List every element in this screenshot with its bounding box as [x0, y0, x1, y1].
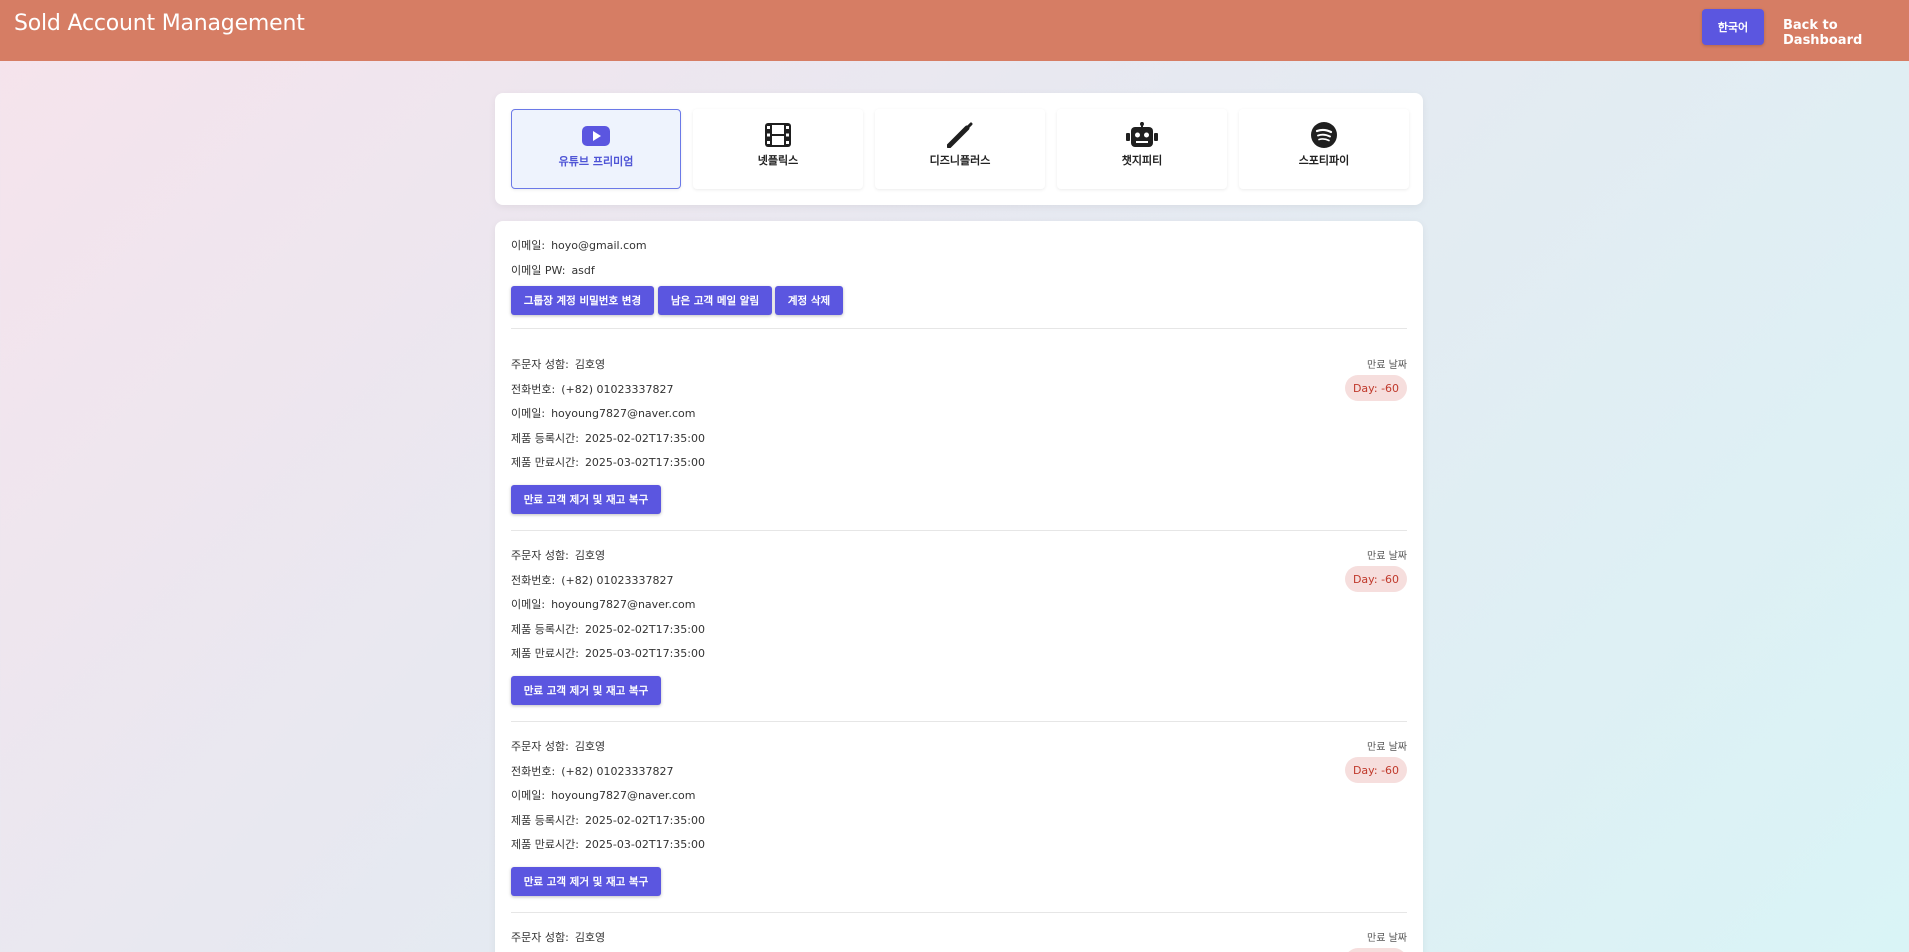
expiry-date-label: 만료 날짜 [1367, 360, 1407, 371]
tab-youtube-premium[interactable]: 유튜브 프리미엄 [511, 109, 681, 189]
field-value: 2025-03-02T17:35:00 [584, 838, 705, 851]
service-tabs: 유튜브 프리미엄 넷플릭스 디즈니플러스 챗지피티 스포티파이 [495, 93, 1423, 205]
customer-registered-time: 제품 등록시간: 2025-02-02T17:35:00 [511, 812, 705, 828]
language-button[interactable]: 한국어 [1702, 9, 1764, 45]
customer-phone: 전화번호: (+82) 01023337827 [511, 572, 673, 588]
customer-phone: 전화번호: (+82) 01023337827 [511, 381, 673, 397]
field-label: 제품 만료시간: [511, 838, 579, 851]
field-value: hoyo@gmail.com [551, 239, 647, 252]
field-value: (+82) 01023337827 [561, 383, 674, 396]
field-value: hoyoung7827@naver.com [551, 598, 696, 611]
field-label: 전화번호: [511, 383, 556, 396]
field-label: 제품 등록시간: [511, 814, 579, 827]
status-badge [1345, 948, 1407, 952]
change-group-password-button[interactable]: 그룹장 계정 비밀번호 변경 [511, 286, 654, 315]
field-label: 주문자 성함: [511, 740, 569, 753]
customer-expiry-time: 제품 만료시간: 2025-03-02T17:35:00 [511, 454, 705, 470]
robot-icon [1125, 122, 1159, 148]
remove-expired-customer-button[interactable]: 만료 고객 제거 및 재고 복구 [511, 676, 661, 705]
field-label: 제품 등록시간: [511, 432, 579, 445]
field-value: (+82) 01023337827 [561, 765, 674, 778]
field-label: 전화번호: [511, 574, 556, 587]
field-value: 2025-02-02T17:35:00 [584, 623, 705, 636]
tab-chatgpt[interactable]: 챗지피티 [1057, 109, 1227, 189]
field-label: 제품 만료시간: [511, 456, 579, 469]
tab-label: 스포티파이 [1298, 154, 1350, 167]
field-value: 김호영 [574, 549, 606, 562]
field-value: 김호영 [574, 931, 606, 944]
customer-expiry-time: 제품 만료시간: 2025-03-02T17:35:00 [511, 836, 705, 852]
field-label: 이메일: [511, 407, 546, 420]
customer-name: 주문자 성함: 김호영 [511, 929, 605, 945]
tab-label: 유튜브 프리미엄 [558, 155, 634, 168]
youtube-icon [582, 123, 610, 149]
customer-registered-time: 제품 등록시간: 2025-02-02T17:35:00 [511, 430, 705, 446]
customer-name: 주문자 성함: 김호영 [511, 738, 605, 754]
back-to-dashboard-link[interactable]: Back to Dashboard [1783, 18, 1909, 48]
account-password: 이메일 PW: asdf [511, 262, 595, 278]
field-value: hoyoung7827@naver.com [551, 789, 696, 802]
field-value: (+82) 01023337827 [561, 574, 674, 587]
field-label: 제품 만료시간: [511, 647, 579, 660]
customer-email: 이메일: hoyoung7827@naver.com [511, 787, 695, 803]
field-label: 이메일 PW: [511, 264, 566, 277]
field-label: 이메일: [511, 239, 546, 252]
field-value: hoyoung7827@naver.com [551, 407, 696, 420]
customer-email: 이메일: hoyoung7827@naver.com [511, 596, 695, 612]
delete-account-button[interactable]: 계정 삭제 [775, 286, 843, 315]
magic-wand-icon [947, 122, 973, 148]
customer-expiry-time: 제품 만료시간: 2025-03-02T17:35:00 [511, 645, 705, 661]
remove-expired-customer-button[interactable]: 만료 고객 제거 및 재고 복구 [511, 485, 661, 514]
field-label: 주문자 성함: [511, 931, 569, 944]
expiry-date-label: 만료 날짜 [1367, 551, 1407, 562]
expiry-date-label: 만료 날짜 [1367, 742, 1407, 753]
remove-expired-customer-button[interactable]: 만료 고객 제거 및 재고 복구 [511, 867, 661, 896]
customer-phone: 전화번호: (+82) 01023337827 [511, 763, 673, 779]
top-bar: Sold Account Management 한국어 Back to Dash… [0, 0, 1909, 61]
field-value: 2025-03-02T17:35:00 [584, 647, 705, 660]
divider [511, 721, 1407, 722]
status-badge: Day: -60 [1345, 566, 1407, 592]
account-email: 이메일: hoyo@gmail.com [511, 237, 647, 253]
field-label: 주문자 성함: [511, 358, 569, 371]
field-label: 전화번호: [511, 765, 556, 778]
field-label: 이메일: [511, 598, 546, 611]
spotify-icon [1311, 122, 1337, 148]
expiry-date-label: 만료 날짜 [1367, 933, 1407, 944]
notify-remaining-customers-button[interactable]: 남은 고객 메일 알림 [658, 286, 772, 315]
tab-label: 챗지피티 [1121, 154, 1163, 167]
tab-disney-plus[interactable]: 디즈니플러스 [875, 109, 1045, 189]
status-badge: Day: -60 [1345, 757, 1407, 783]
customer-email: 이메일: hoyoung7827@naver.com [511, 405, 695, 421]
field-label: 이메일: [511, 789, 546, 802]
status-badge: Day: -60 [1345, 375, 1407, 401]
field-label: 제품 등록시간: [511, 623, 579, 636]
page-title: Sold Account Management [14, 11, 305, 36]
field-value: 김호영 [574, 740, 606, 753]
field-value: 2025-02-02T17:35:00 [584, 432, 705, 445]
account-detail-card: 이메일: hoyo@gmail.com 이메일 PW: asdf 그룹장 계정 비밀… [495, 221, 1423, 952]
field-value: 김호영 [574, 358, 606, 371]
field-value: 2025-02-02T17:35:00 [584, 814, 705, 827]
customer-name: 주문자 성함: 김호영 [511, 547, 605, 563]
tab-netflix[interactable]: 넷플릭스 [693, 109, 863, 189]
divider [511, 328, 1407, 329]
customer-registered-time: 제품 등록시간: 2025-02-02T17:35:00 [511, 621, 705, 637]
field-value: 2025-03-02T17:35:00 [584, 456, 705, 469]
divider [511, 912, 1407, 913]
tab-label: 넷플릭스 [757, 154, 799, 167]
customer-name: 주문자 성함: 김호영 [511, 356, 605, 372]
field-value: asdf [571, 264, 595, 277]
film-icon [765, 122, 791, 148]
tab-spotify[interactable]: 스포티파이 [1239, 109, 1409, 189]
field-label: 주문자 성함: [511, 549, 569, 562]
tab-label: 디즈니플러스 [929, 154, 991, 167]
divider [511, 530, 1407, 531]
